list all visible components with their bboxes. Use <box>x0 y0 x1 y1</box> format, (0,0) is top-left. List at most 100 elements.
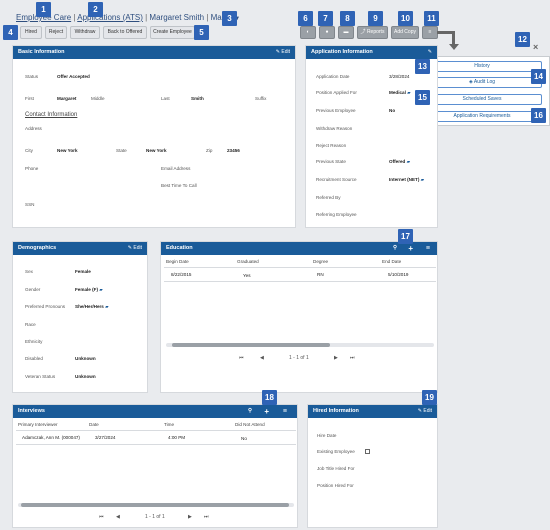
column-header-primary-interviewer[interactable]: Primary Interviewer <box>18 422 58 427</box>
city-label: City <box>25 148 33 153</box>
column-header-did-not-attend[interactable]: Did Not Attend <box>235 422 265 427</box>
last-page-icon[interactable]: ⏭ <box>204 514 209 520</box>
table-cell: 4:00 PM <box>168 435 186 440</box>
add-icon[interactable]: + <box>264 405 269 418</box>
hired-button[interactable]: Hired <box>20 26 42 39</box>
panel-title: Education <box>166 245 193 251</box>
callout-15: 15 <box>415 90 430 105</box>
last-value: Smith <box>191 96 204 101</box>
add-copy-button[interactable]: Add Copy <box>391 26 419 39</box>
table-cell: Yes <box>243 273 251 278</box>
pagination-info: 1 - 1 of 1 <box>289 355 309 361</box>
column-header-begin-date[interactable]: Begin Date <box>166 259 189 264</box>
best-time-label: Best Time To Call <box>161 183 197 188</box>
column-header-time[interactable]: Time <box>164 422 174 427</box>
edit-button[interactable]: ✎ Edit <box>128 242 142 255</box>
address-label: Address <box>25 126 42 131</box>
callout-17: 17 <box>398 229 413 244</box>
callout-14: 14 <box>531 69 546 84</box>
disabled-label: Disabled <box>25 356 43 361</box>
recruitment-source-text: Internet (NET) <box>389 177 420 182</box>
search-icon[interactable]: ⚲ <box>393 242 397 255</box>
menu-item-application-requirements[interactable]: Application Requirements <box>422 111 542 122</box>
status-label: Status <box>25 74 39 79</box>
first-page-icon[interactable]: ⏮ <box>99 514 104 520</box>
folder-icon[interactable]: ▰ <box>407 159 411 164</box>
next-page-icon[interactable]: ▶ <box>334 355 338 361</box>
menu-arrow-stem <box>452 31 455 45</box>
column-header-graduated[interactable]: Graduated <box>237 259 259 264</box>
sex-value: Female <box>75 269 91 274</box>
previous-state-label: Previous State <box>316 159 346 164</box>
interviews-header: Interviews ⚲ + ≡ <box>13 405 297 418</box>
folder-icon[interactable]: ▰ <box>407 90 411 95</box>
column-header-degree[interactable]: Degree <box>313 259 328 264</box>
withdraw-button[interactable]: Withdraw <box>70 26 100 39</box>
next-page-icon[interactable]: ▶ <box>188 514 192 520</box>
menu-item-history[interactable]: History <box>422 61 542 72</box>
edit-button[interactable]: ✎ Edit <box>276 46 290 59</box>
reports-button[interactable]: ⤴ Reports <box>357 26 388 39</box>
edit-button[interactable]: ✎ Edit <box>418 405 432 418</box>
views-button[interactable]: ◐ <box>300 26 316 39</box>
search-icon[interactable]: ⚲ <box>248 405 252 418</box>
scrollbar-thumb[interactable] <box>21 503 289 507</box>
reject-button[interactable]: Reject <box>45 26 67 39</box>
withdraw-reason-label: Withdraw Reason <box>316 126 353 131</box>
column-header-end-date[interactable]: End Date <box>382 259 401 264</box>
race-label: Race <box>25 322 36 327</box>
position-applied-label: Position Applied For <box>316 90 357 95</box>
suffix-label: Suffix <box>255 96 267 101</box>
table-cell: No <box>241 436 247 441</box>
previous-page-icon[interactable]: ◀ <box>116 514 120 520</box>
folder-icon[interactable]: ▰ <box>99 287 103 292</box>
veteran-value: Unknown <box>75 374 96 379</box>
horizontal-scrollbar[interactable] <box>166 343 434 347</box>
existing-employee-label: Existing Employee <box>317 449 355 454</box>
menu-button[interactable]: ≡ <box>422 26 438 39</box>
back-to-offered-button[interactable]: Back to Offered <box>103 26 147 39</box>
pronouns-text: She/Her/Hers <box>75 304 104 309</box>
callout-3: 3 <box>222 11 237 26</box>
watch-button[interactable]: ● <box>319 26 335 39</box>
callout-13: 13 <box>415 59 430 74</box>
close-icon[interactable]: × <box>533 42 538 52</box>
menu-item-scheduled-saves[interactable]: Scheduled Saves <box>422 94 542 105</box>
education-header: Education ⚲ + ≡ <box>161 242 437 255</box>
horizontal-scrollbar[interactable] <box>18 503 294 507</box>
hired-information-header: Hired Information ✎ Edit <box>308 405 437 418</box>
scrollbar-thumb[interactable] <box>172 343 330 347</box>
panel-title: Application Information <box>311 49 373 55</box>
previous-employee-label: Previous Employee <box>316 108 356 113</box>
menu-item-audit-log[interactable]: ◈ Audit Log <box>422 77 542 88</box>
folder-icon[interactable]: ▰ <box>421 177 425 182</box>
menu-icon[interactable]: ≡ <box>283 405 287 418</box>
first-value: Margaret <box>57 96 77 101</box>
demographics-panel: Demographics ✎ Edit Sex Female Gender Fem… <box>12 241 148 393</box>
create-employee-button[interactable]: Create Employee <box>150 26 195 39</box>
notes-button[interactable]: ▬ <box>338 26 354 39</box>
menu-icon[interactable]: ≡ <box>426 242 430 255</box>
state-value: New York <box>146 148 167 153</box>
position-hired-label: Position Hired For <box>317 483 354 488</box>
table-cell: 3/27/2024 <box>95 435 116 440</box>
previous-state-value: Offered ▰ <box>389 159 410 165</box>
previous-page-icon[interactable]: ◀ <box>260 355 264 361</box>
first-page-icon[interactable]: ⏮ <box>239 355 244 361</box>
edit-button[interactable]: ✎ <box>428 46 432 59</box>
column-header-date[interactable]: Date <box>89 422 99 427</box>
folder-icon[interactable]: ▰ <box>105 304 109 309</box>
table-cell: 5/10/2019 <box>388 272 409 277</box>
hamburger-icon: ≡ <box>428 29 432 35</box>
row-divider <box>16 444 296 445</box>
application-date-value: 3/28/2024 <box>389 74 410 79</box>
last-page-icon[interactable]: ⏭ <box>350 355 355 361</box>
phone-label: Phone <box>25 166 39 171</box>
existing-employee-checkbox[interactable] <box>365 449 370 454</box>
table-cell: RN <box>317 272 324 277</box>
row-divider <box>164 281 436 282</box>
gender-value: Female (F) ▰ <box>75 287 103 293</box>
recruitment-source-label: Recruitment Source <box>316 177 357 182</box>
recruitment-source-value: Internet (NET) ▰ <box>389 177 424 183</box>
callout-7: 7 <box>318 11 333 26</box>
